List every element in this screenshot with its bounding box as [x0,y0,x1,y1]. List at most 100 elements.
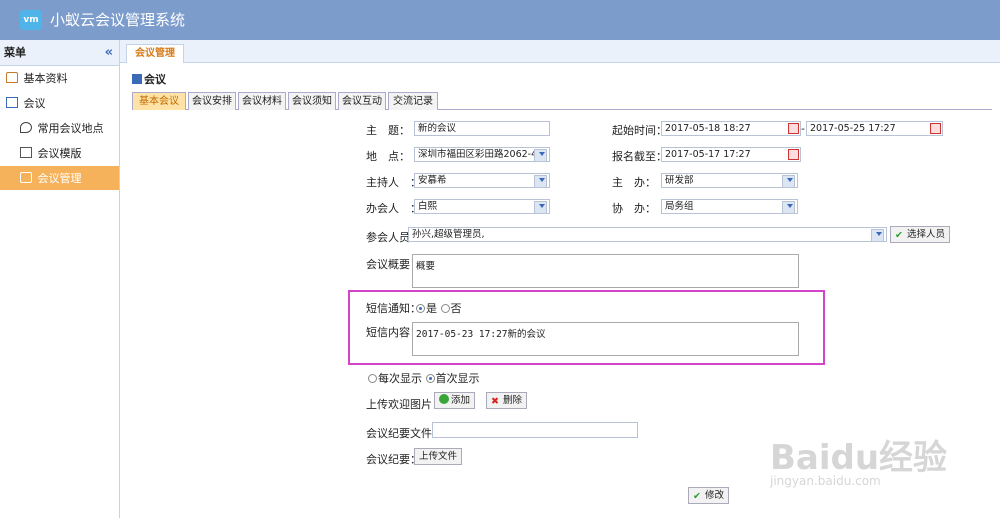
host-select[interactable]: 安慕希 [414,173,550,188]
sms-radio-group: 是 否 [416,300,462,316]
add-image-button[interactable]: 添加 [434,392,476,409]
sidebar-item-label: 基本资料 [23,72,68,85]
display-first-radio[interactable] [425,374,435,383]
sidebar-item-meeting[interactable]: 会议 [0,91,119,116]
sms-no-label: 否 [450,302,462,315]
office-value: 白熙 [418,201,438,212]
start-time-label: 起始时间： [612,124,667,137]
delete-image-button[interactable]: ✖ 删除 [486,392,528,409]
sms-notice-label: 短信通知： [366,302,421,315]
select-people-label: 选择人员 [907,229,946,240]
organizer-select[interactable]: 研发部 [661,173,798,188]
chevron-down-icon [539,204,545,208]
sms-content-textarea[interactable]: 2017-05-23 17:27新的会议 [412,322,799,356]
house-icon [6,97,18,108]
office-label: 办会人 ： [366,202,421,215]
organizer-value: 研发部 [665,175,694,186]
place-value: 深圳市福田区彩田路2062-4 [418,149,538,160]
add-image-label: 添加 [451,395,471,406]
sidebar: 菜单 « 基本资料 会议 常用会议地点 会议模版 会议管理 [0,40,120,518]
sms-yes-radio[interactable] [416,304,425,313]
subject-label: 主 题： [366,124,410,137]
sidebar-item-label: 会议管理 [37,172,82,185]
sidebar-header: 菜单 « [0,40,119,66]
baidu-watermark: Baidu经验 [770,438,948,478]
office-select[interactable]: 白熙 [414,199,550,214]
location-pin-icon [20,122,32,133]
briefcase-icon [20,172,32,183]
summary-textarea[interactable]: 概要 [412,254,799,288]
tab-meeting-interaction[interactable]: 会议互动 [338,92,386,110]
sms-yes-label: 是 [426,302,437,315]
select-people-button[interactable]: ✔ 选择人员 [890,226,951,243]
tab-meeting-arrangement[interactable]: 会议安排 [188,92,236,110]
end-time-input[interactable]: 2017-05-25 17:27 [806,121,943,136]
sidebar-item-label: 会议模版 [37,147,82,160]
subtab-bar: 基本会议 会议安排 会议材料 会议须知 会议互动 交流记录 [132,92,992,110]
start-time-value: 2017-05-18 18:27 [665,123,751,134]
deadline-label: 报名截至： [612,150,667,163]
sidebar-header-label: 菜单 [4,46,26,59]
minutes-file-input[interactable] [432,422,638,438]
display-first-label: 首次显示 [435,372,480,385]
range-separator: - [801,122,805,135]
chevron-down-icon [539,178,545,182]
calendar-icon[interactable] [788,123,799,134]
sms-no-radio[interactable] [440,304,450,313]
sidebar-item-basic-info[interactable]: 基本资料 [0,66,119,91]
end-time-value: 2017-05-25 17:27 [810,123,896,134]
place-select[interactable]: 深圳市福田区彩田路2062-4 [414,147,550,162]
collapse-icon[interactable]: « [105,40,113,66]
sidebar-item-common-locations[interactable]: 常用会议地点 [0,116,119,141]
modify-button[interactable]: ✔ 修改 [688,487,730,504]
start-time-input[interactable]: 2017-05-18 18:27 [661,121,801,136]
app-title: 小蚁云会议管理系统 [50,11,186,29]
template-icon [20,147,32,158]
tab-basic-meeting[interactable]: 基本会议 [132,92,186,110]
chevron-down-icon [876,232,882,236]
sidebar-item-label: 会议 [23,97,46,110]
modify-label: 修改 [705,490,725,501]
save-disk-icon [132,74,142,84]
host-label: 主持人 ： [366,176,421,189]
section-title: 会议 [132,71,166,87]
delete-x-icon: ✖ [491,396,499,407]
tab-meeting-notice[interactable]: 会议须知 [288,92,336,110]
chevron-down-icon [539,152,545,156]
home-icon [6,72,18,83]
subject-input[interactable]: 新的会议 [414,121,550,136]
attendees-select[interactable]: 孙兴,超级管理员, [408,227,887,242]
chevron-down-icon [787,178,793,182]
delete-image-label: 删除 [503,395,523,406]
calendar-icon[interactable] [930,123,941,134]
sidebar-item-label: 常用会议地点 [37,122,104,135]
organizer-label: 主 办： [612,176,656,189]
deadline-input[interactable]: 2017-05-17 17:27 [661,147,801,162]
deadline-value: 2017-05-17 17:27 [665,149,751,160]
coorganizer-select[interactable]: 局务组 [661,199,798,214]
calendar-icon[interactable] [788,149,799,160]
attendees-value: 孙兴,超级管理员, [412,229,485,240]
plus-icon [439,394,449,404]
minutes-label: 会议纪要： [366,453,421,466]
display-every-radio[interactable] [368,374,377,383]
upload-welcome-label: 上传欢迎图片： [366,398,443,411]
baidu-watermark-url: jingyan.baidu.com [770,474,881,488]
upload-file-button[interactable]: 上传文件 [414,448,463,465]
host-value: 安慕希 [418,175,447,186]
display-radio-group: 每次显示 首次显示 [368,370,480,386]
checkmark-icon: ✔ [895,230,903,241]
main-tabbar: 会议管理 [120,40,1000,63]
chevron-down-icon [787,204,793,208]
tab-meeting-management[interactable]: 会议管理 [126,44,184,63]
app-header: vm 小蚁云会议管理系统 [0,0,1000,40]
sidebar-item-meeting-templates[interactable]: 会议模版 [0,141,119,166]
sidebar-item-meeting-management[interactable]: 会议管理 [0,166,119,191]
tab-communication-log[interactable]: 交流记录 [388,92,438,110]
coorganizer-value: 局务组 [665,201,694,212]
coorganizer-label: 协 办： [612,202,656,215]
place-label: 地 点： [366,150,410,163]
tab-meeting-materials[interactable]: 会议材料 [238,92,286,110]
app-logo: vm [20,10,42,30]
checkmark-icon: ✔ [693,491,701,502]
